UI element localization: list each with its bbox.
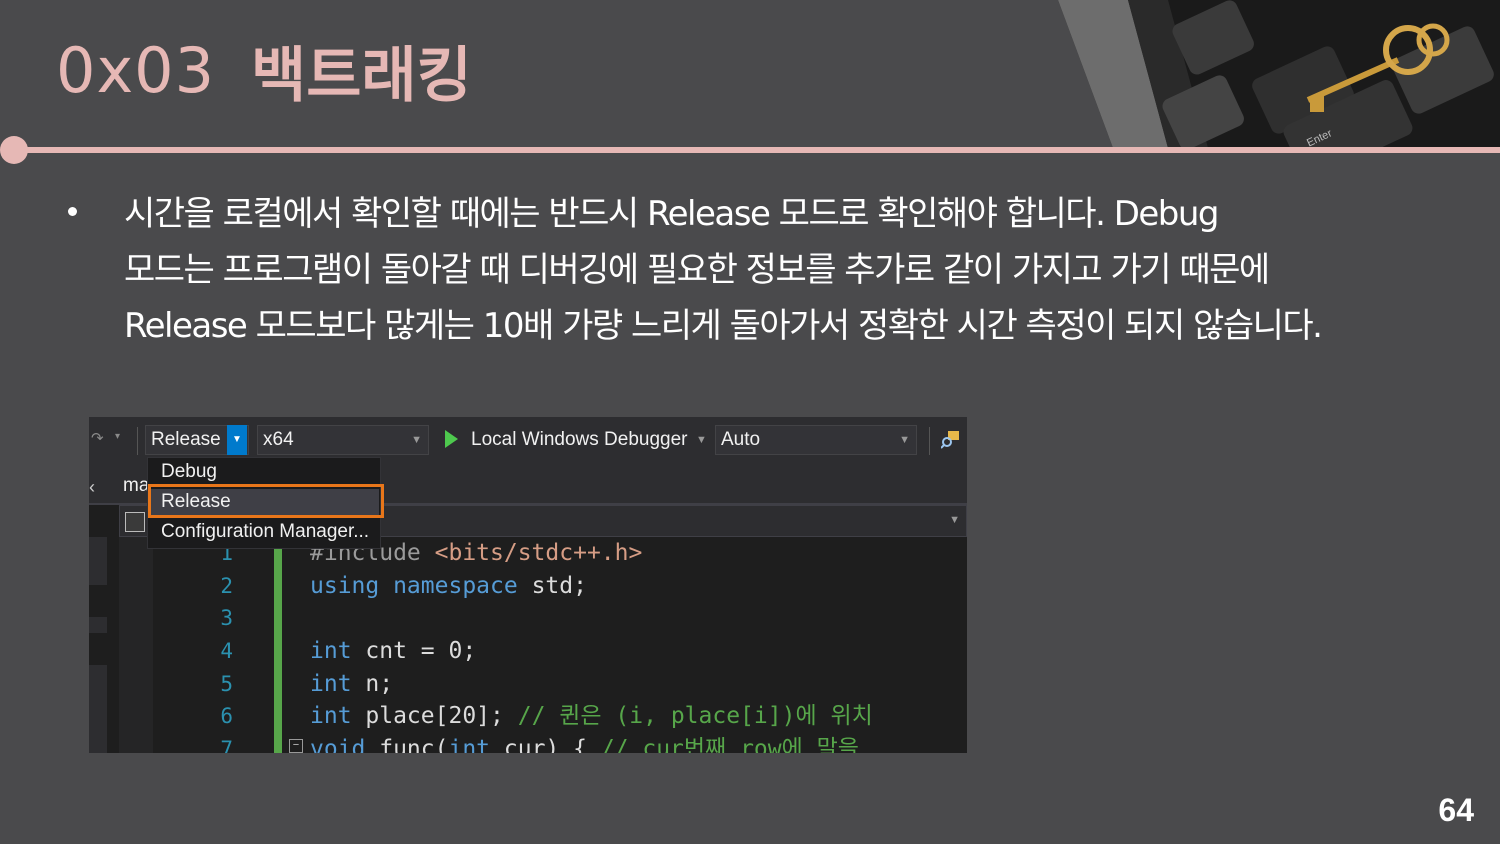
code-line: int cnt = 0; bbox=[310, 638, 477, 665]
divider-dot bbox=[0, 136, 28, 164]
redo-dropdown-icon[interactable]: ▾ bbox=[115, 431, 120, 442]
project-icon bbox=[125, 512, 145, 532]
keyboard-key-image: Enter bbox=[1058, 0, 1500, 148]
release-highlight-box bbox=[148, 484, 384, 518]
bullet-point bbox=[68, 207, 77, 216]
menu-item-debug[interactable]: Debug bbox=[161, 461, 217, 483]
code-editor[interactable]: #include <bits/stdc++.h> using namespace… bbox=[310, 537, 873, 753]
line-numbers: 1 2 3 4 5 6 7 bbox=[153, 537, 233, 753]
body-paragraph: 시간을 로컬에서 확인할 때에는 반드시 Release 모드로 확인해야 합니… bbox=[124, 186, 1484, 354]
document-tab[interactable]: ma bbox=[123, 475, 149, 497]
find-in-files-icon[interactable] bbox=[941, 429, 961, 449]
configuration-value: Release bbox=[151, 429, 221, 450]
solution-select[interactable]: Auto ▼ bbox=[715, 425, 917, 455]
configuration-dropdown-button[interactable]: ▼ bbox=[227, 425, 247, 455]
menu-item-configuration-manager[interactable]: Configuration Manager... bbox=[161, 521, 369, 543]
editor-gutter bbox=[119, 537, 153, 753]
platform-value: x64 bbox=[263, 429, 294, 450]
body-line-1: 시간을 로컬에서 확인할 때에는 반드시 Release 모드로 확인해야 합니… bbox=[124, 194, 1220, 234]
line-number: 6 bbox=[220, 704, 233, 729]
debugger-button[interactable]: Local Windows Debugger bbox=[471, 425, 688, 455]
redo-icon[interactable]: ↷ bbox=[91, 429, 104, 447]
title-text: 백트래킹 bbox=[251, 40, 472, 111]
start-debugging-icon[interactable] bbox=[445, 430, 458, 448]
left-tool-strip bbox=[89, 537, 107, 753]
page-number: 64 bbox=[1438, 792, 1474, 828]
code-line: int place[20]; // 퀸은 (i, place[i])에 위치 bbox=[310, 703, 873, 730]
title-divider bbox=[14, 147, 1500, 153]
code-line: #include <bits/stdc++.h> bbox=[310, 540, 643, 566]
chevron-down-icon: ▼ bbox=[899, 434, 910, 446]
line-number: 5 bbox=[220, 671, 233, 696]
line-number: 4 bbox=[220, 639, 233, 664]
platform-select[interactable]: x64 ▼ bbox=[257, 425, 429, 455]
line-number: 2 bbox=[220, 573, 233, 598]
code-line: int n; bbox=[310, 670, 394, 697]
body-line-3: Release 모드보다 많게는 10배 가량 느리게 돌아가서 정확한 시간 … bbox=[124, 306, 1323, 346]
visual-studio-screenshot: ↷ ▾ Release ▼ x64 ▼ Local Windows Debugg… bbox=[89, 417, 967, 753]
code-line: void func(int cur) { // cur번째 row에 말을 bbox=[310, 736, 859, 753]
chevron-down-icon: ▼ bbox=[949, 514, 960, 526]
slide-title: 0x03 백트래킹 bbox=[56, 30, 472, 111]
chevron-left-icon[interactable]: ‹ bbox=[89, 477, 95, 498]
body-line-2: 모드는 프로그램이 돌아갈 때 디버깅에 필요한 정보를 추가로 같이 가지고 … bbox=[124, 250, 1270, 290]
change-indicator-bar bbox=[274, 537, 282, 753]
collapse-icon[interactable]: − bbox=[289, 739, 303, 753]
solution-value: Auto bbox=[721, 429, 761, 450]
line-number: 7 bbox=[220, 737, 233, 753]
chevron-down-icon: ▼ bbox=[232, 434, 242, 445]
chevron-down-icon[interactable]: ▼ bbox=[696, 425, 707, 455]
line-number: 3 bbox=[220, 606, 233, 631]
code-line: using namespace std; bbox=[310, 572, 587, 599]
chevron-down-icon: ▼ bbox=[411, 434, 422, 446]
title-number: 0x03 bbox=[56, 33, 216, 107]
